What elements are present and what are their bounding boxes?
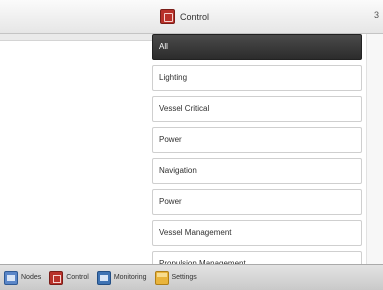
nodes-icon bbox=[4, 270, 18, 285]
tab-label: Control bbox=[66, 274, 89, 281]
list-item-all[interactable]: All bbox=[152, 34, 362, 60]
list-item-power[interactable]: Power bbox=[152, 127, 362, 153]
category-list: All Lighting Vessel Critical Power Navig… bbox=[152, 34, 366, 264]
window-title: Control bbox=[180, 11, 210, 22]
tab-nodes[interactable]: Nodes bbox=[4, 270, 42, 285]
list-item-lighting[interactable]: Lighting bbox=[152, 65, 362, 91]
monitoring-icon bbox=[96, 270, 111, 285]
settings-icon bbox=[154, 270, 169, 285]
left-pane bbox=[0, 34, 152, 264]
title-group: Control bbox=[160, 9, 209, 24]
title-bar: Control 3 bbox=[0, 0, 383, 34]
app-window: Control 3 All Lighting Vessel Critical P… bbox=[0, 0, 383, 290]
tab-label: Settings bbox=[171, 274, 197, 281]
left-pane-header bbox=[0, 34, 152, 41]
control-icon bbox=[160, 9, 175, 24]
bottom-tab-bar: Nodes Control Monitoring Settings bbox=[0, 264, 383, 290]
tab-control[interactable]: Control bbox=[49, 270, 89, 285]
tab-label: Nodes bbox=[21, 274, 42, 281]
scroll-gutter[interactable] bbox=[366, 34, 383, 264]
tab-monitoring[interactable]: Monitoring bbox=[96, 270, 147, 285]
tab-label: Monitoring bbox=[113, 274, 147, 281]
list-item-vessel-management[interactable]: Vessel Management bbox=[152, 220, 362, 246]
list-item-navigation[interactable]: Navigation bbox=[152, 158, 362, 184]
corner-indicator: 3 bbox=[373, 10, 379, 20]
list-item-vessel-critical[interactable]: Vessel Critical bbox=[152, 96, 362, 122]
control-icon bbox=[49, 270, 64, 285]
list-item-power-2[interactable]: Power bbox=[152, 189, 362, 215]
list-item-propulsion-management[interactable]: Propulsion Management bbox=[152, 251, 362, 264]
tab-settings[interactable]: Settings bbox=[154, 270, 197, 285]
